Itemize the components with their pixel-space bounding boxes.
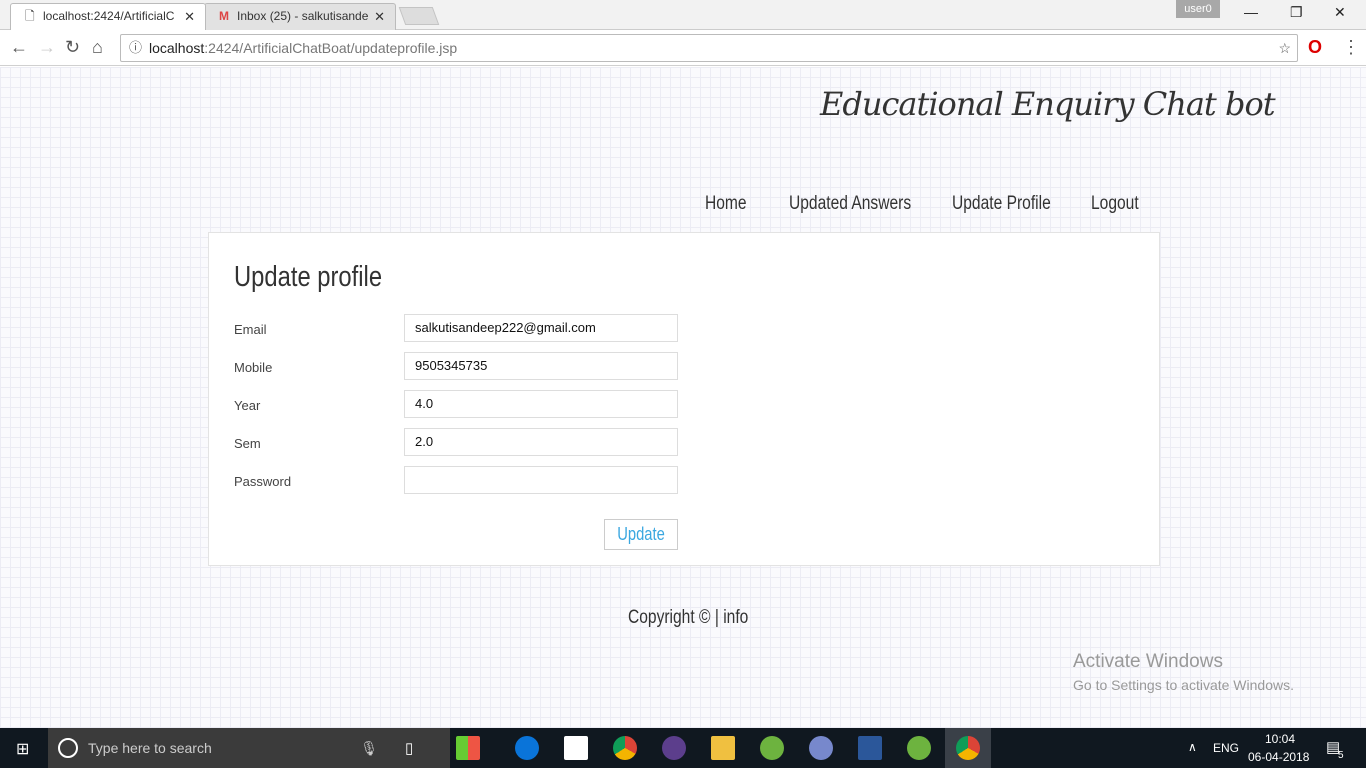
store-icon[interactable] <box>564 736 588 760</box>
bookmark-star-icon[interactable]: ☆ <box>1278 35 1291 61</box>
home-icon[interactable]: ⌂ <box>92 37 103 58</box>
update-button[interactable]: Update <box>604 519 678 550</box>
tray-chevron-icon[interactable]: ∧ <box>1188 740 1197 754</box>
windows-start-icon[interactable]: ⊞ <box>16 739 29 759</box>
taskbar-search[interactable]: Type here to search 🎙 <box>48 728 450 768</box>
microphone-icon[interactable]: 🎙 <box>360 728 378 768</box>
email-field[interactable]: salkutisandeep222@gmail.com <box>404 314 678 342</box>
page-content: Educational Enquiry Chat bot Home Update… <box>0 67 1366 728</box>
nav-home[interactable]: Home <box>705 193 747 215</box>
task-view-icon[interactable]: ▯ <box>405 739 413 757</box>
new-tab-button[interactable] <box>398 7 440 25</box>
mysql-icon[interactable] <box>809 736 833 760</box>
clock-date[interactable]: 06-04-2018 <box>1248 750 1309 764</box>
url-host: localhost <box>149 40 205 56</box>
page-icon: 🗋 <box>25 9 35 23</box>
app-icon[interactable] <box>456 736 480 760</box>
taskbar: ⊞ Type here to search 🎙 ▯ ∧ ENG 10:04 06-… <box>0 728 1366 768</box>
opera-icon[interactable]: O <box>1308 37 1322 58</box>
mobile-label: Mobile <box>234 360 273 375</box>
clock-time[interactable]: 10:04 <box>1265 732 1295 746</box>
edge-icon[interactable] <box>515 736 539 760</box>
tab-localhost[interactable]: 🗋 localhost:2424/ArtificialC ✕ <box>10 3 206 30</box>
tab-label: localhost:2424/ArtificialC <box>43 9 175 23</box>
footer-copyright: Copyright © | info <box>628 607 749 628</box>
back-icon[interactable]: ← <box>10 37 28 58</box>
sem-field[interactable]: 2.0 <box>404 428 678 456</box>
url-input[interactable]: ⓘ localhost:2424/ArtificialChatBoat/updat… <box>120 34 1298 62</box>
page-title: Update profile <box>234 261 383 293</box>
close-tab-icon[interactable]: ✕ <box>374 4 385 29</box>
email-label: Email <box>234 322 267 337</box>
nav-updated-answers[interactable]: Updated Answers <box>789 193 911 215</box>
update-profile-card: Update profile Email salkutisandeep222@g… <box>208 232 1160 566</box>
site-logo: Educational Enquiry Chat bot <box>820 85 1276 123</box>
search-placeholder: Type here to search <box>88 740 212 756</box>
info-icon: ⓘ <box>129 40 143 55</box>
notification-count: 5 <box>1338 750 1344 761</box>
spring-icon[interactable] <box>907 736 931 760</box>
file-explorer-icon[interactable] <box>711 736 735 760</box>
sem-label: Sem <box>234 436 261 451</box>
tab-gmail[interactable]: M Inbox (25) - salkutisande ✕ <box>204 3 396 30</box>
gmail-icon: M <box>219 9 229 23</box>
profile-user[interactable]: user0 <box>1176 0 1220 18</box>
url-path: :2424/ArtificialChatBoat/updateprofile.j… <box>204 40 458 56</box>
password-label: Password <box>234 474 292 489</box>
tab-bar: 🗋 localhost:2424/ArtificialC ✕ M Inbox (25)… <box>0 0 1366 30</box>
tab-label: Inbox (25) - salkutisande <box>237 9 369 23</box>
update-button-label: Update <box>617 524 665 544</box>
language-indicator[interactable]: ENG <box>1213 741 1239 755</box>
nav-update-profile[interactable]: Update Profile <box>952 193 1051 215</box>
chrome-icon[interactable] <box>613 736 637 760</box>
activate-windows-subtitle: Go to Settings to activate Windows. <box>1073 677 1294 693</box>
close-window-icon[interactable]: ✕ <box>1334 4 1346 21</box>
close-tab-icon[interactable]: ✕ <box>184 4 195 29</box>
year-label: Year <box>234 398 261 413</box>
year-field[interactable]: 4.0 <box>404 390 678 418</box>
cortana-icon <box>58 738 78 758</box>
restore-icon[interactable]: ❐ <box>1290 4 1303 21</box>
reload-icon[interactable]: ↻ <box>65 37 80 58</box>
activate-windows-title: Activate Windows <box>1073 651 1223 672</box>
minimize-icon[interactable]: — <box>1244 4 1258 20</box>
menu-icon[interactable]: ⋮ <box>1342 37 1360 58</box>
spring-icon[interactable] <box>760 736 784 760</box>
chrome-icon <box>956 736 980 760</box>
eclipse-icon[interactable] <box>662 736 686 760</box>
address-bar-row: ← → ↻ ⌂ ⓘ localhost:2424/ArtificialChatBo… <box>0 30 1366 66</box>
nav-logout[interactable]: Logout <box>1091 193 1139 215</box>
mobile-field[interactable]: 9505345735 <box>404 352 678 380</box>
forward-icon[interactable]: → <box>38 37 56 58</box>
active-chrome-button[interactable] <box>945 728 991 768</box>
word-icon[interactable] <box>858 736 882 760</box>
password-field[interactable] <box>404 466 678 494</box>
